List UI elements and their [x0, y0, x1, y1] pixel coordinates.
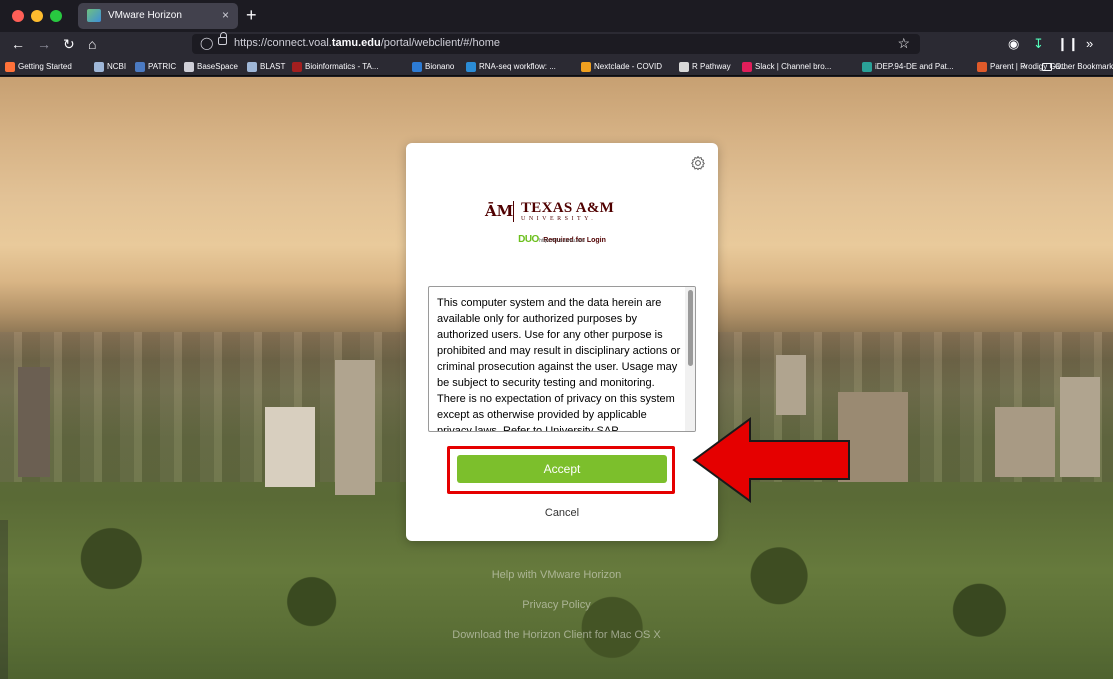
bookmark-item[interactable]: NCBI — [94, 60, 126, 73]
close-window-button[interactable] — [12, 10, 24, 22]
vmware-horizon-favicon-icon — [87, 9, 101, 22]
bookmark-item[interactable]: Bionano — [412, 60, 454, 73]
browser-tab-bar: VMware Horizon × + — [0, 0, 1113, 32]
accept-highlight-box — [447, 446, 675, 494]
tab-vmware-horizon[interactable]: VMware Horizon × — [78, 3, 238, 29]
pocket-icon[interactable]: ◉ — [1008, 35, 1019, 53]
building-shape — [1060, 377, 1100, 477]
bookmark-item[interactable]: Getting Started — [5, 60, 72, 73]
bookmark-item[interactable]: BLAST — [247, 60, 285, 73]
bookmark-item[interactable]: BaseSpace — [184, 60, 238, 73]
bookmark-item[interactable]: Slack | Channel bro... — [742, 60, 831, 73]
terms-text: This computer system and the data herein… — [437, 297, 681, 432]
bookmark-label: Slack | Channel bro... — [755, 62, 832, 71]
bookmark-item[interactable]: RNA-seq workflow: ... — [466, 60, 556, 73]
building-shape — [18, 367, 50, 477]
home-icon[interactable]: ⌂ — [88, 35, 96, 53]
overflow-menu-icon[interactable]: » — [1086, 35, 1093, 53]
gear-icon[interactable] — [690, 155, 706, 171]
terms-text-area[interactable]: This computer system and the data herein… — [428, 286, 696, 432]
bookmark-label: Getting Started — [18, 62, 72, 71]
privacy-policy-link[interactable]: Privacy Policy — [0, 599, 1113, 611]
red-arrow-annotation — [692, 417, 850, 503]
tracking-protection-shield-icon[interactable]: ◯ — [200, 36, 213, 50]
bookmark-label: R Pathway — [692, 62, 731, 71]
bookmark-label: NCBI — [107, 62, 127, 71]
bookmark-favicon-icon — [412, 61, 422, 72]
minimize-window-button[interactable] — [31, 10, 43, 22]
tab-title: VMware Horizon — [108, 10, 182, 21]
logo-divider — [513, 201, 514, 222]
bookmark-label: Nextclade - COVID — [594, 62, 663, 71]
bookmark-favicon-icon — [679, 61, 689, 72]
download-client-link[interactable]: Download the Horizon Client for Mac OS X — [0, 629, 1113, 641]
downloads-icon[interactable]: ↧ — [1033, 35, 1044, 53]
browser-nav-bar: ← → ↻ ⌂ ◯ https://connect.voal.tamu.edu/… — [0, 32, 1113, 56]
forward-arrow-icon[interactable]: → — [37, 35, 51, 53]
bookmark-favicon-icon — [94, 61, 104, 72]
library-icon[interactable]: ❙❙ — [1057, 35, 1079, 53]
bookmark-favicon-icon — [581, 61, 591, 72]
bookmark-label: Parent | Prodigy Ga... — [990, 62, 1067, 71]
bookmark-label: iDEP.94-DE and Pat... — [875, 62, 954, 71]
tab-close-icon[interactable]: × — [222, 8, 229, 22]
bookmark-favicon-icon — [292, 61, 302, 72]
bookmark-item[interactable]: PATRIC — [135, 60, 176, 73]
url-text[interactable]: https://connect.voal.tamu.edu/portal/web… — [234, 37, 500, 49]
bookmark-label: PATRIC — [148, 62, 177, 71]
bookmark-favicon-icon — [5, 61, 15, 72]
reload-icon[interactable]: ↻ — [63, 35, 75, 53]
bookmark-favicon-icon — [184, 61, 194, 72]
bookmark-item[interactable]: Bioinformatics - TA... — [292, 60, 379, 73]
url-bar[interactable]: ◯ https://connect.voal.tamu.edu/portal/w… — [192, 32, 920, 54]
bookmark-label: Bionano — [425, 62, 455, 71]
building-shape — [265, 407, 315, 487]
university-subtitle: UNIVERSITY. — [521, 216, 597, 222]
dock-edge — [0, 520, 8, 679]
bookmark-favicon-icon — [466, 61, 476, 72]
building-shape — [995, 407, 1055, 477]
lock-icon[interactable] — [218, 32, 227, 45]
back-arrow-icon[interactable]: ← — [11, 35, 25, 53]
bookmark-label: Bioinformatics - TA... — [305, 62, 379, 71]
building-shape — [335, 360, 375, 495]
bookmark-favicon-icon — [742, 61, 752, 72]
duo-url: https://duo.tamu.edu — [539, 238, 585, 244]
tamu-logo: ĀM TEXAS A&M UNIVERSITY. — [406, 200, 718, 226]
help-link[interactable]: Help with VMware Horizon — [0, 569, 1113, 581]
bookmark-item[interactable]: Parent | Prodigy Ga... — [977, 60, 1067, 73]
bookmark-star-icon[interactable]: ☆ — [897, 35, 910, 52]
cancel-button[interactable]: Cancel — [406, 507, 718, 519]
university-name: TEXAS A&M — [521, 200, 615, 216]
bookmark-label: RNA-seq workflow: ... — [479, 62, 556, 71]
bookmark-item[interactable]: iDEP.94-DE and Pat... — [862, 60, 954, 73]
bookmark-favicon-icon — [862, 61, 872, 72]
terms-scroll-thumb[interactable] — [688, 290, 693, 366]
bookmark-item[interactable]: Nextclade - COVID — [581, 60, 662, 73]
bookmark-favicon-icon — [977, 61, 987, 72]
building-shape — [776, 355, 806, 415]
bookmarks-toolbar: » Other Bookmarks Getting Started NCBI PAT… — [0, 56, 1113, 76]
bookmark-label: BLAST — [260, 62, 286, 71]
zoom-window-button[interactable] — [50, 10, 62, 22]
tamu-mark-icon: ĀM — [485, 202, 514, 220]
bookmark-favicon-icon — [247, 61, 257, 72]
new-tab-button[interactable]: + — [246, 4, 257, 26]
bookmark-label: BaseSpace — [197, 62, 238, 71]
bookmark-favicon-icon — [135, 61, 145, 72]
bookmark-item[interactable]: R Pathway — [679, 60, 731, 73]
terms-scrollbar[interactable] — [685, 287, 695, 431]
